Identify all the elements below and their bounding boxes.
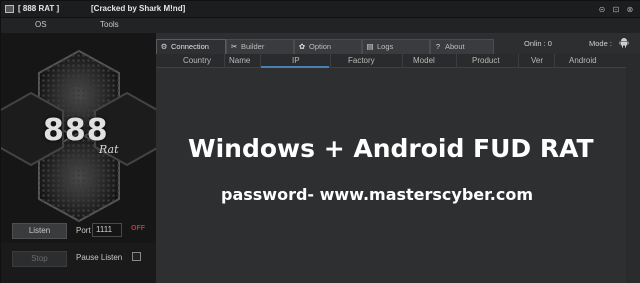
mode-label: Mode : [589,39,612,48]
column-header-factory[interactable]: Factory [348,56,375,65]
option-icon: ✿ [298,42,306,51]
online-count: Onlin : 0 [524,39,552,48]
window-subtitle: [Cracked by Shark M!nd] [91,4,186,13]
listen-button[interactable]: Listen [12,223,67,239]
column-divider [518,54,519,68]
tab-bar: ⚙ Connection ✂ Builder ✿ Option ▤ Logs ? Abou… [156,39,496,54]
maximize-icon[interactable]: ⊡ [611,5,621,14]
connections-grid[interactable] [156,68,626,283]
column-divider [456,54,457,68]
app-icon [5,5,14,13]
tab-about[interactable]: ? About [430,39,494,54]
menu-item-os[interactable]: OS [35,20,47,29]
pause-listen-label: Pause Listen [76,253,123,262]
column-divider [330,54,331,68]
logs-icon: ▤ [366,42,374,51]
minimize-icon[interactable]: ⊝ [597,5,607,14]
left-panel: 888 Rat Listen Stop [1,33,156,283]
android-icon[interactable] [619,37,629,48]
close-icon[interactable]: ⊗ [625,5,635,14]
tab-label: Option [309,42,332,51]
tab-builder[interactable]: ✂ Builder [226,39,294,54]
tab-label: About [445,42,465,51]
title-bar[interactable]: [ 888 RAT ] [Cracked by Shark M!nd] ⊝ ⊡ … [1,1,640,18]
tab-label: Logs [377,42,394,51]
column-header-name[interactable]: Name [229,56,250,65]
tab-logs[interactable]: ▤ Logs [362,39,430,54]
column-header-product[interactable]: Product [472,56,500,65]
connection-icon: ⚙ [160,42,168,51]
column-divider [402,54,403,68]
builder-icon: ✂ [230,42,238,51]
pause-listen-checkbox[interactable] [132,252,141,261]
stop-button[interactable]: Stop [12,251,67,267]
vertical-scrollbar[interactable] [626,54,640,283]
port-input[interactable]: 1111 [92,223,122,237]
menu-item-tools[interactable]: Tools [100,20,119,29]
status-badge: OFF [131,225,145,232]
tab-label: Builder [241,42,265,51]
overlay-password: password- www.masterscyber.com [221,185,533,204]
column-header-android[interactable]: Android [569,56,597,65]
port-label: Port [76,226,91,235]
column-header-country[interactable]: Country [183,56,211,65]
app-window: [ 888 RAT ] [Cracked by Shark M!nd] ⊝ ⊡ … [0,0,640,283]
tab-connection[interactable]: ⚙ Connection [156,39,226,54]
column-header-model[interactable]: Model [413,56,435,65]
menu-bar: OS Tools [1,18,640,33]
window-title: [ 888 RAT ] [18,4,60,13]
column-divider [554,54,555,68]
column-header-ip[interactable]: IP [292,56,300,65]
tab-label: Connection [171,42,209,51]
table-header: Country Name IP Factory Model Product Ve… [156,54,626,68]
overlay-headline: Windows + Android FUD RAT [188,134,594,163]
tab-option[interactable]: ✿ Option [294,39,362,54]
logo-subtitle: Rat [99,143,119,156]
column-header-ver[interactable]: Ver [531,56,543,65]
about-icon: ? [435,42,441,51]
column-divider [224,54,225,68]
